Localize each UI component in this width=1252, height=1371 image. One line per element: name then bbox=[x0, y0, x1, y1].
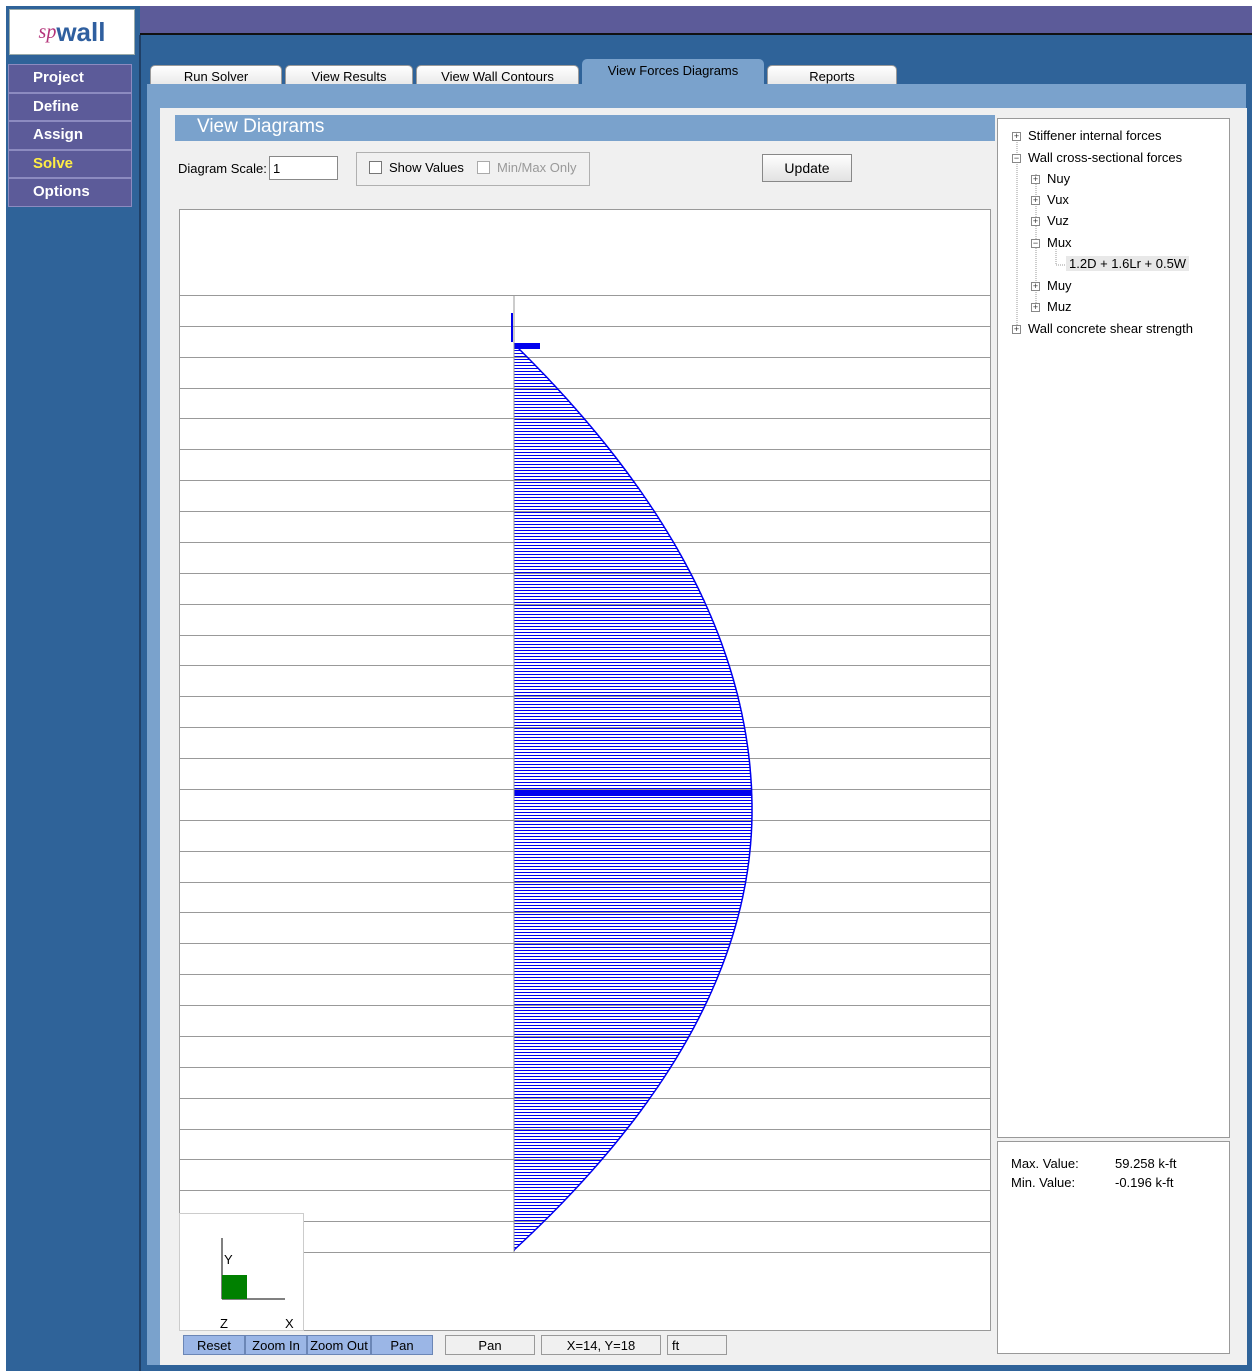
menu-item-solve[interactable]: Solve bbox=[8, 149, 132, 178]
tree-item-nuy[interactable]: Nuy bbox=[1047, 171, 1070, 186]
tree-item-vuz[interactable]: Vuz bbox=[1047, 213, 1069, 228]
tree-item-stiffener-forces[interactable]: Stiffener internal forces bbox=[1028, 128, 1161, 143]
tree-item-concrete-shear-strength[interactable]: Wall concrete shear strength bbox=[1028, 321, 1193, 336]
expand-icon[interactable]: + bbox=[1012, 132, 1021, 141]
coordinates-status: X=14, Y=18 bbox=[541, 1335, 661, 1355]
zoom-in-button[interactable]: Zoom In bbox=[245, 1335, 307, 1355]
expand-icon[interactable]: + bbox=[1031, 217, 1040, 226]
expand-icon[interactable]: + bbox=[1031, 303, 1040, 312]
tree-item-muy[interactable]: Muy bbox=[1047, 278, 1072, 293]
panel-title: View Diagrams bbox=[175, 115, 995, 141]
logo-prefix: sp bbox=[38, 20, 57, 43]
moment-diagram bbox=[180, 295, 990, 1253]
y-axis-label: Y bbox=[224, 1252, 233, 1267]
tab-view-forces-diagrams[interactable]: View Forces Diagrams bbox=[582, 59, 764, 89]
menu-item-options[interactable]: Options bbox=[8, 178, 132, 207]
tree-item-vux[interactable]: Vux bbox=[1047, 192, 1069, 207]
diagram-scale-label: Diagram Scale: bbox=[178, 161, 267, 176]
x-axis-label: X bbox=[285, 1316, 294, 1330]
max-value-label: Max. Value: bbox=[1011, 1156, 1079, 1171]
show-values-checkbox[interactable] bbox=[369, 161, 382, 174]
update-button[interactable]: Update bbox=[762, 154, 852, 182]
display-options-group: Show Values Min/Max Only bbox=[356, 152, 590, 186]
expand-icon[interactable]: + bbox=[1012, 325, 1021, 334]
zoom-out-button[interactable]: Zoom Out bbox=[307, 1335, 371, 1355]
units-status: ft bbox=[667, 1335, 727, 1355]
moment-bars bbox=[513, 343, 753, 1251]
main-menu: Project Define Assign Solve Options bbox=[8, 64, 132, 207]
mode-status: Pan bbox=[445, 1335, 535, 1355]
tree-item-muz[interactable]: Muz bbox=[1047, 299, 1072, 314]
z-axis-marker bbox=[222, 1275, 247, 1299]
axis-indicator: Y Z X bbox=[179, 1213, 304, 1331]
view-toolbar: Reset Zoom In Zoom Out Pan Pan X=14, Y=1… bbox=[179, 1335, 991, 1355]
menu-item-project[interactable]: Project bbox=[8, 64, 132, 93]
title-bar bbox=[140, 6, 1252, 35]
max-value: 59.258 k-ft bbox=[1115, 1156, 1177, 1171]
min-value: -0.196 k-ft bbox=[1115, 1175, 1174, 1190]
z-axis-label: Z bbox=[220, 1316, 228, 1330]
reset-button[interactable]: Reset bbox=[183, 1335, 245, 1355]
tree-item-load-combo[interactable]: 1.2D + 1.6Lr + 0.5W bbox=[1066, 256, 1190, 271]
diagram-canvas[interactable] bbox=[179, 209, 991, 1331]
expand-icon[interactable]: + bbox=[1031, 175, 1040, 184]
collapse-icon[interactable]: − bbox=[1012, 154, 1021, 163]
menu-item-define[interactable]: Define bbox=[8, 92, 132, 121]
tree-item-wall-cross-sectional-forces[interactable]: Wall cross-sectional forces bbox=[1028, 150, 1182, 165]
menu-item-assign[interactable]: Assign bbox=[8, 121, 132, 150]
forces-tree: + Stiffener internal forces − Wall cross… bbox=[997, 118, 1230, 1138]
expand-icon[interactable]: + bbox=[1031, 196, 1040, 205]
minmax-only-label: Min/Max Only bbox=[497, 160, 577, 175]
logo-suffix: wall bbox=[56, 16, 106, 47]
tree-item-mux[interactable]: Mux bbox=[1047, 235, 1072, 250]
show-values-label: Show Values bbox=[389, 160, 464, 175]
moment-peak-band bbox=[514, 790, 752, 796]
min-value-label: Min. Value: bbox=[1011, 1175, 1076, 1190]
divider bbox=[139, 35, 141, 1371]
pan-button[interactable]: Pan bbox=[371, 1335, 433, 1355]
expand-icon[interactable]: + bbox=[1031, 282, 1040, 291]
results-summary: Max. Value: 59.258 k-ft Min. Value: -0.1… bbox=[997, 1141, 1230, 1354]
diagram-scale-input[interactable] bbox=[269, 156, 338, 180]
moment-top-block bbox=[514, 343, 540, 349]
logo: sp wall bbox=[9, 9, 135, 55]
collapse-icon[interactable]: − bbox=[1031, 239, 1040, 248]
minmax-only-checkbox[interactable] bbox=[477, 161, 490, 174]
